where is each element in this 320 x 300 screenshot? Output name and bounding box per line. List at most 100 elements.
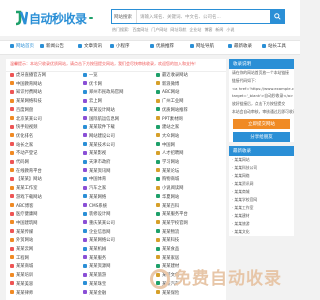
site-link[interactable]: 百度网盘 — [10, 107, 83, 115]
site-link[interactable]: 一览 — [83, 72, 156, 80]
site-link[interactable]: 某某论坛 — [156, 168, 229, 176]
nav-item[interactable]: 网站首页 — [10, 43, 34, 51]
site-link[interactable]: PPT素材网 — [156, 116, 229, 124]
site-logo[interactable]: 自动秒收录 — [14, 8, 93, 28]
site-link[interactable]: 云上网 — [83, 98, 156, 106]
nav-item[interactable]: 网址导航 — [190, 43, 214, 51]
site-link[interactable]: 某某机械 — [83, 246, 156, 254]
site-link[interactable]: 代码网 — [10, 159, 83, 167]
site-link[interactable]: 某某学校官网 — [156, 220, 229, 228]
nav-item[interactable]: 小程序 — [110, 43, 130, 51]
site-link[interactable]: 某某技术公司 — [83, 142, 156, 150]
site-link[interactable]: 知识付费网站 — [10, 89, 83, 97]
nav-item[interactable]: 优质推荐 — [150, 43, 174, 51]
new-site-link[interactable]: · 某某网站 — [229, 156, 294, 164]
share-button[interactable]: 分享给朋友 — [233, 132, 290, 142]
site-link[interactable]: 某某商城 — [10, 263, 83, 271]
search-type-select[interactable]: 网站搜索 — [112, 10, 137, 23]
new-site-link[interactable]: · 某某资讯网 — [229, 180, 294, 188]
site-link[interactable]: 某某培训 — [10, 272, 83, 280]
nav-item[interactable]: 站长工具 — [262, 43, 286, 51]
hot-link[interactable]: 网址导航 — [170, 27, 186, 32]
site-link[interactable]: 某某网络 — [83, 194, 156, 202]
site-link[interactable]: 某某影视 — [83, 150, 156, 158]
site-link[interactable]: 【某某】网站 — [10, 176, 83, 184]
search-button[interactable] — [270, 10, 284, 23]
site-link[interactable]: 重庆某某公司 — [83, 220, 156, 228]
site-link[interactable]: 某某律师 — [10, 290, 83, 298]
site-link[interactable]: 某某资源网 — [83, 263, 156, 271]
site-link[interactable]: 某某科技 — [156, 237, 229, 245]
site-link[interactable]: 某某金融 — [83, 290, 156, 298]
site-link[interactable]: ABC网站 — [156, 89, 229, 97]
site-link[interactable]: 小说阅读网 — [156, 185, 229, 193]
hot-link[interactable]: 门户网站 — [151, 27, 167, 32]
site-link[interactable]: 某某设计网站 — [83, 107, 156, 115]
nav-item[interactable]: 文章资讯 — [78, 43, 102, 51]
site-link[interactable]: 某某服务平台 — [156, 211, 229, 219]
site-link[interactable]: 某某食品 — [156, 246, 229, 254]
site-link[interactable]: 医疗健康网 — [10, 211, 83, 219]
site-link[interactable]: 虎牙直播官方网 — [10, 72, 83, 80]
hot-link[interactable]: 新闻 — [215, 27, 223, 32]
new-site-link[interactable]: · 某某学校官网 — [229, 196, 294, 204]
site-link[interactable]: 人才招聘网 — [156, 150, 229, 158]
site-link[interactable]: 企业信息网 — [83, 229, 156, 237]
site-link[interactable]: ABC博客 — [10, 203, 83, 211]
site-link[interactable]: 建站之家 — [156, 124, 229, 132]
site-link[interactable]: 某某旅游 — [83, 272, 156, 280]
site-link[interactable]: 新浪微博 — [156, 81, 229, 89]
site-link[interactable]: 装修设计网 — [83, 211, 156, 219]
site-link[interactable]: 天津市政府 — [83, 159, 156, 167]
site-link[interactable]: CMS系统 — [83, 203, 156, 211]
new-site-link[interactable]: · 某某工作室 — [229, 204, 294, 212]
site-link[interactable]: 某某美容 — [10, 281, 83, 289]
site-link[interactable]: 网站建设公司 — [83, 133, 156, 141]
site-link[interactable]: 某某服务 — [83, 255, 156, 263]
hot-link[interactable]: 小说 — [226, 27, 234, 32]
site-link[interactable]: 国际航运信息网 — [83, 116, 156, 124]
site-link[interactable]: 郑州市民政局官网 — [83, 89, 156, 97]
site-link[interactable]: 汽车之家 — [83, 185, 156, 193]
search-bar[interactable]: 网站搜索 请输入域名、关键词、中文名、公司名... — [111, 9, 285, 24]
site-link[interactable]: 某某珠宝 — [83, 281, 156, 289]
nav-item[interactable]: 最新收录 — [228, 43, 252, 51]
site-link[interactable]: 某某工作室 — [10, 185, 83, 193]
hot-link[interactable]: 企业站 — [189, 27, 201, 32]
site-link[interactable]: 某某网络公司 — [83, 237, 156, 245]
submit-site-button[interactable]: 立即提交网站 — [233, 119, 290, 129]
site-link[interactable]: 中国体育 — [83, 176, 156, 184]
new-site-link[interactable]: · 某某文化 — [229, 228, 294, 236]
site-link[interactable]: 在线教育平台 — [10, 168, 83, 176]
site-link[interactable]: 某某网络科技 — [10, 98, 83, 106]
new-site-link[interactable]: · 某某科技公司 — [229, 164, 294, 172]
new-site-link[interactable]: · 某某网络 — [229, 172, 294, 180]
site-link[interactable]: 中国教育网站 — [10, 81, 83, 89]
site-link[interactable]: 某某保险 — [156, 290, 229, 298]
site-link[interactable]: 某某资讯网 — [83, 168, 156, 176]
site-link[interactable]: 游戏下载网站 — [10, 194, 83, 202]
site-link[interactable]: 某某物流 — [156, 229, 229, 237]
hot-link[interactable]: 百度网址 — [132, 27, 148, 32]
new-site-link[interactable]: · 某某旅游 — [229, 220, 294, 228]
site-link[interactable]: 中国网 — [156, 142, 229, 150]
site-link[interactable]: 优质网站推荐 — [156, 107, 229, 115]
site-link[interactable]: 广州工业网 — [156, 98, 229, 106]
site-link[interactable]: 某某软件下载 — [83, 124, 156, 132]
hot-link[interactable]: 博客 — [204, 27, 212, 32]
new-site-link[interactable]: · 某某商城 — [229, 188, 294, 196]
site-link[interactable]: 最近收录网站 — [156, 72, 229, 80]
site-link[interactable]: 不动产登记 — [10, 150, 83, 158]
search-input[interactable]: 请输入域名、关键词、中文名、公司名... — [137, 14, 270, 20]
site-link[interactable]: 外贸网站 — [10, 237, 83, 245]
nav-item[interactable]: 新闻公告 — [40, 43, 64, 51]
site-link[interactable]: 某某家居 — [156, 255, 229, 263]
site-link[interactable]: 华夏网站 — [156, 194, 229, 202]
site-link[interactable]: 购物商城 — [156, 176, 229, 184]
site-link[interactable]: 学习网站 — [156, 159, 229, 167]
site-link[interactable]: 大众网站 — [156, 133, 229, 141]
site-link[interactable]: 站长之家 — [10, 142, 83, 150]
site-link[interactable]: 快手短视频 — [10, 124, 83, 132]
site-link[interactable]: 优化排名 — [10, 133, 83, 141]
site-link[interactable]: 北京某某公司 — [10, 116, 83, 124]
